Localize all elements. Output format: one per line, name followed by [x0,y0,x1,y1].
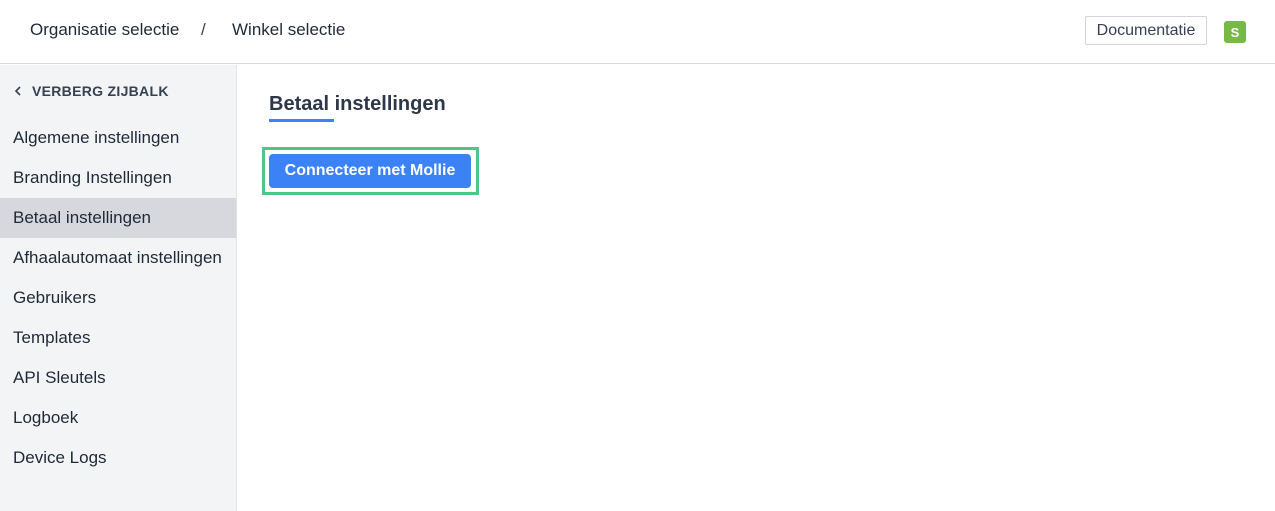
breadcrumb-organisation[interactable]: Organisatie selectie [30,20,179,40]
sidebar-item-logbook[interactable]: Logboek [0,398,236,438]
chevron-left-icon [14,86,21,96]
sidebar-item-device-logs[interactable]: Device Logs [0,438,236,478]
hide-sidebar-label: VERBERG ZIJBALK [32,83,169,99]
connect-mollie-button[interactable]: Connecteer met Mollie [269,154,471,188]
sidebar-item-payment-settings[interactable]: Betaal instellingen [0,198,236,238]
sidebar-item-users[interactable]: Gebruikers [0,278,236,318]
sidebar: VERBERG ZIJBALK Algemene instellingen Br… [0,65,237,511]
sidebar-item-api-keys[interactable]: API Sleutels [0,358,236,398]
documentation-button[interactable]: Documentatie [1085,16,1207,45]
sidebar-item-branding-settings[interactable]: Branding Instellingen [0,158,236,198]
user-avatar[interactable]: S [1224,21,1246,43]
sidebar-item-general-settings[interactable]: Algemene instellingen [0,118,236,158]
breadcrumb-separator: / [201,20,206,39]
page-title: Betaal instellingen [269,93,446,115]
title-underline [269,119,334,122]
sidebar-item-pickup-machine-settings[interactable]: Afhaalautomaat instellingen [0,238,236,278]
breadcrumb-store[interactable]: Winkel selectie [232,20,345,40]
hide-sidebar-button[interactable]: VERBERG ZIJBALK [14,83,169,99]
top-bar: Organisatie selectie / Winkel selectie D… [0,0,1275,64]
sidebar-item-templates[interactable]: Templates [0,318,236,358]
